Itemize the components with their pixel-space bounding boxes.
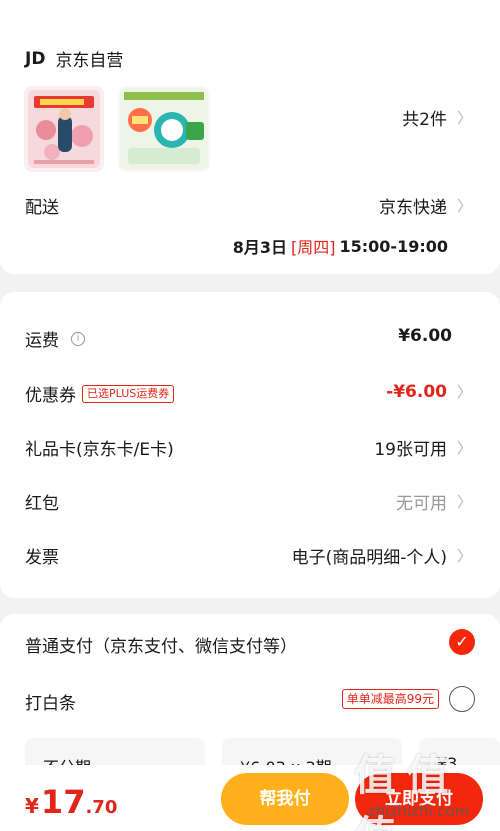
shipping-fee-value: ¥6.00 — [398, 326, 452, 346]
laundry-pods-image — [120, 88, 208, 170]
baitiao-label: 打白条 — [25, 694, 76, 714]
delivery-window: 15:00-19:00 — [339, 236, 449, 256]
giftcard-row[interactable]: 19张可用 〉 — [374, 435, 472, 460]
delivery-weekday: [周四] — [291, 238, 336, 257]
chevron-right-icon: 〉 — [456, 439, 472, 457]
delivery-method: 京东快递 — [378, 198, 447, 218]
product-thumbnail-1[interactable] — [24, 86, 104, 172]
delivery-time: 8月3日 [周四] 15:00-19:00 — [233, 234, 448, 258]
redpacket-value: 无可用 — [395, 494, 447, 514]
giftcard-label: 礼品卡(京东卡/E卡) — [25, 440, 174, 460]
shipping-fee-label-row: 运费 i — [25, 326, 85, 351]
invoice-value: 电子(商品明细-个人) — [291, 548, 447, 568]
redpacket-row[interactable]: 无可用 〉 — [396, 489, 472, 514]
baitiao-promo-tag: 单单减最高99元 — [341, 689, 439, 709]
coupon-label-row: 优惠券 已选PLUS运费券 — [25, 381, 175, 406]
info-icon[interactable]: i — [71, 331, 85, 346]
coupon-value: -¥6.00 — [386, 381, 447, 402]
normal-pay-label: 普通支付（京东支付、微信支付等） — [25, 637, 297, 657]
product-thumbnail-2[interactable] — [118, 86, 210, 172]
total-price: ¥ 17 .70 — [25, 783, 117, 821]
delivery-date: 8月3日 — [232, 238, 287, 257]
watermark-url: zhizhizhi.com — [368, 802, 470, 820]
jd-logo: JD — [25, 48, 46, 69]
invoice-row[interactable]: 电子(商品明细-个人) 〉 — [292, 543, 472, 568]
shop-header: JD 京东自营 — [25, 46, 124, 72]
redpacket-label: 红包 — [25, 494, 59, 514]
help-pay-button[interactable]: 帮我付 — [221, 773, 349, 825]
chevron-right-icon: 〉 — [456, 197, 472, 215]
chevron-right-icon: 〉 — [456, 493, 472, 511]
shop-name: 京东自营 — [55, 51, 124, 71]
product-count-row[interactable]: 共2件 〉 — [402, 105, 472, 130]
coupon-selected-tag: 已选PLUS运费券 — [82, 384, 175, 403]
chevron-right-icon: 〉 — [456, 383, 472, 401]
invoice-label: 发票 — [25, 548, 59, 568]
price-decimal: .70 — [85, 797, 118, 818]
shipping-fee-label: 运费 — [25, 331, 59, 351]
watermark: 值 值 值 zhizhizhi.com — [354, 742, 496, 831]
price-integer: 17 — [40, 783, 86, 821]
coupon-label: 优惠券 — [25, 386, 76, 406]
giftcard-value: 19张可用 — [374, 440, 447, 460]
product-count: 共2件 — [402, 110, 447, 130]
chevron-right-icon: 〉 — [456, 109, 472, 127]
tea-pouch-image — [28, 90, 100, 168]
delivery-label: 配送 — [25, 198, 59, 218]
coupon-row[interactable]: -¥6.00 〉 — [386, 381, 472, 402]
delivery-method-row[interactable]: 京东快递 〉 — [379, 193, 472, 218]
price-currency: ¥ — [25, 794, 39, 818]
radio-unchecked-icon[interactable] — [449, 686, 475, 712]
chevron-right-icon: 〉 — [456, 547, 472, 565]
checkmark-icon[interactable]: ✓ — [449, 629, 475, 655]
